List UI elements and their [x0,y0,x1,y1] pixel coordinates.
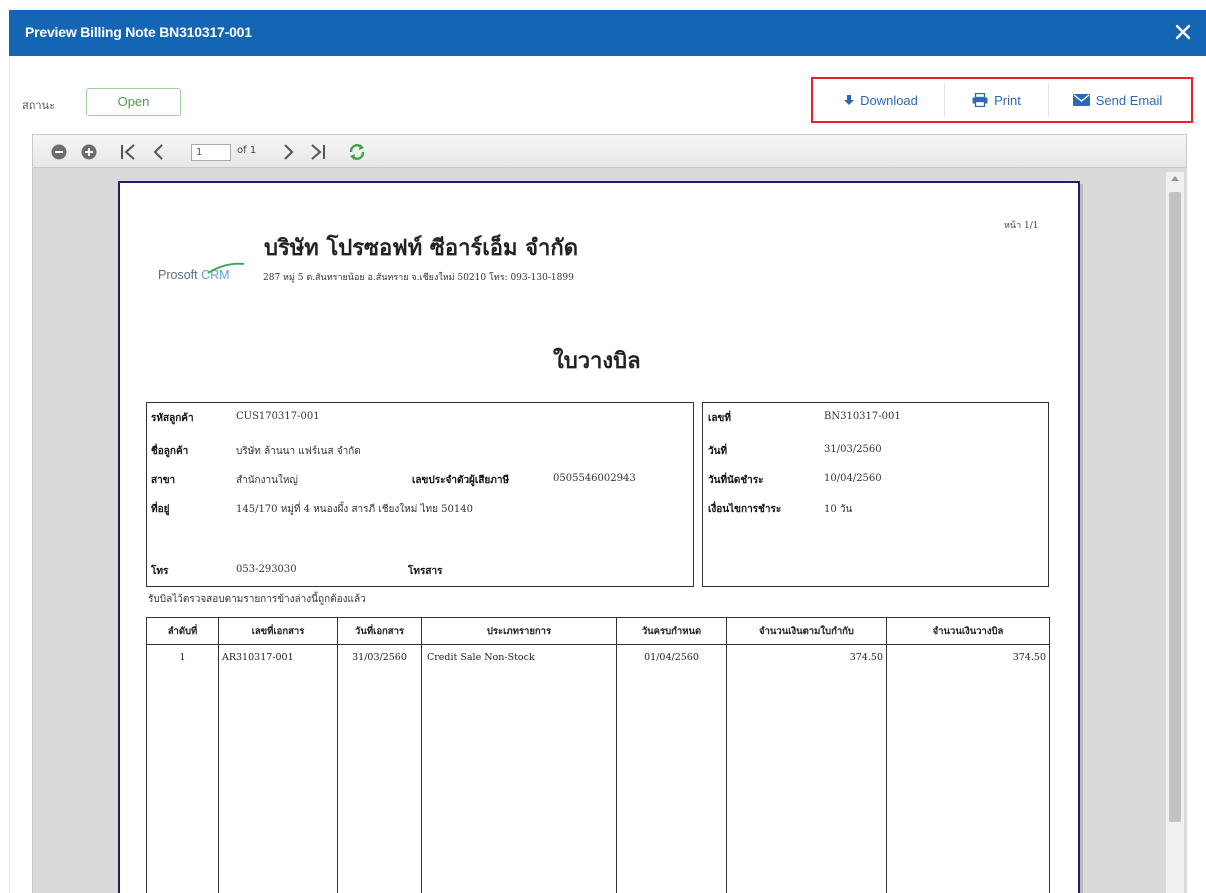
customer-info-box [146,402,694,587]
cell-doc-no: AR310317-001 [218,644,338,893]
tax-id-label: เลขประจำตัวผู้เสียภาษี [412,475,510,486]
cell-type: Credit Sale Non-Stock [421,644,617,893]
cell-due-date: 01/04/2560 [616,644,727,893]
document-no-value: BN310317-001 [824,411,901,422]
dialog-titlebar: Preview Billing Note BN310317-001 [9,10,1206,56]
first-page-icon[interactable] [119,143,137,161]
customer-address-label: ที่อยู่ [151,504,170,515]
status-badge[interactable]: Open [86,88,181,116]
last-page-icon[interactable] [309,143,327,161]
branch-label: สาขา [151,475,176,486]
page-number-input[interactable]: 1 [191,144,231,161]
payment-terms-label: เงื่อนไขการชำระ [708,504,782,515]
cell-invoice-amount: 374.50 [726,644,887,893]
customer-code-value: CUS170317-001 [236,411,320,422]
download-icon [844,94,855,105]
tax-id-value: 0505546002943 [553,473,636,484]
logo-text: Prosoft [158,268,198,282]
refresh-icon[interactable] [347,143,365,161]
document-date-label: วันที่ [708,446,728,457]
cell-seq: 1 [146,644,219,893]
received-note: รับบิลไว้ตรวจสอบตามรายการข้างล่างนี้ถูกต… [148,594,366,605]
branch-value: สำนักงานใหญ่ [236,475,298,486]
action-bar: Download Print Send Email [818,83,1186,117]
dialog-title: Preview Billing Note BN310317-001 [25,24,252,40]
page-count-label: of 1 [237,145,257,156]
scroll-up-arrow-icon[interactable] [1171,176,1179,181]
report-page-number: หน้า 1/1 [1004,221,1039,231]
customer-name-value: บริษัท ล้านนา แฟร์เนส จำกัด [236,446,361,457]
column-header: ลำดับที่ [146,617,219,645]
zoom-in-icon[interactable] [80,143,98,161]
company-address: 287 หมู่ 5 ต.สันทรายน้อย อ.สันทราย จ.เชี… [263,273,574,283]
next-page-icon[interactable] [279,143,297,161]
document-no-label: เลขที่ [708,413,731,424]
phone-value: 053-293030 [236,564,297,575]
document-info-box [702,402,1049,587]
print-label: Print [994,92,1021,108]
due-date-value: 10/04/2560 [824,473,882,484]
column-header: วันที่เอกสาร [337,617,422,645]
send-email-label: Send Email [1095,92,1163,108]
email-icon [1072,94,1090,106]
send-email-button[interactable]: Send Email [1049,83,1186,117]
phone-label: โทร [151,566,169,577]
logo-swoosh-icon [207,262,245,274]
previous-page-icon[interactable] [150,143,168,161]
due-date-label: วันที่นัดชำระ [708,475,764,486]
column-header: วันครบกำหนด [616,617,727,645]
status-label: สถานะ [22,100,55,112]
customer-address-value: 145/170 หมู่ที่ 4 หนองผึ้ง สารภี เชียงให… [236,504,473,515]
download-label: Download [860,92,918,108]
report-viewer-toolbar: 1 of 1 [32,134,1187,168]
document-title: ใบวางบิล [553,348,641,374]
column-header: เลขที่เอกสาร [218,617,338,645]
fax-label: โทรสาร [408,566,443,577]
cell-doc-date: 31/03/2560 [337,644,422,893]
print-button[interactable]: Print [945,83,1049,117]
scrollbar-thumb[interactable] [1169,192,1181,822]
column-header: ประเภทรายการ [421,617,617,645]
cell-billing-amount: 374.50 [886,644,1050,893]
company-name: บริษัท โปรซอฟท์ ซีอาร์เอ็ม จำกัด [264,235,578,261]
vertical-scrollbar[interactable] [1165,172,1184,893]
print-icon [972,93,988,107]
customer-name-label: ชื่อลูกค้า [151,446,189,457]
table-header-row: ลำดับที่ เลขที่เอกสาร วันที่เอกสาร ประเภ… [146,617,1050,645]
billing-items-table: ลำดับที่ เลขที่เอกสาร วันที่เอกสาร ประเภ… [146,617,1050,893]
payment-terms-value: 10 วัน [824,504,853,515]
table-row: 1 AR310317-001 31/03/2560 Credit Sale No… [146,644,1050,893]
company-logo: Prosoft CRM [158,262,245,286]
column-header: จำนวนเงินตามใบกำกับ [726,617,887,645]
download-button[interactable]: Download [818,83,945,117]
column-header: จำนวนเงินวางบิล [886,617,1050,645]
close-icon[interactable] [1170,19,1196,45]
document-date-value: 31/03/2560 [824,444,882,455]
customer-code-label: รหัสลูกค้า [151,413,194,424]
zoom-out-icon[interactable] [50,143,68,161]
